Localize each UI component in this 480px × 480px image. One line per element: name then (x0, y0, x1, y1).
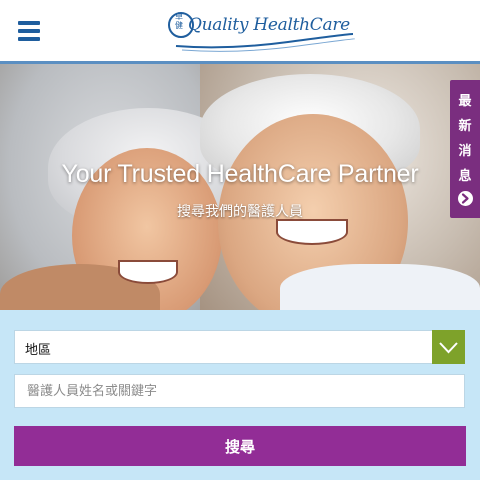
chevron-down-icon[interactable] (432, 330, 465, 364)
hero-title: Your Trusted HealthCare Partner (61, 160, 419, 188)
latest-news-char: 息 (458, 169, 472, 184)
logo-swoosh (175, 33, 355, 52)
keyword-search-input[interactable] (14, 374, 465, 408)
district-select[interactable]: 地區 (14, 330, 465, 364)
hero-photo-shirt (280, 264, 480, 310)
search-button[interactable]: 搜尋 (14, 426, 466, 466)
latest-news-char: 新 (458, 119, 472, 134)
doctor-search-panel: 地區 搜尋 (0, 310, 480, 480)
arrow-right-circle-icon[interactable] (458, 191, 473, 206)
latest-news-char: 消 (458, 144, 472, 159)
hero-banner: Your Trusted HealthCare Partner 搜尋我們的醫護人… (0, 64, 480, 310)
hamburger-menu-icon[interactable] (18, 21, 40, 41)
latest-news-char: 最 (458, 94, 472, 109)
hero-photo-smile-woman (118, 260, 178, 284)
latest-news-tab[interactable]: 最 新 消 息 (450, 80, 480, 218)
site-header: 卓健 Quality HealthCare (0, 0, 480, 64)
hero-subtitle: 搜尋我們的醫護人員 (177, 204, 303, 220)
hero-photo-smile-man (276, 219, 348, 245)
district-select-value: 地區 (25, 343, 52, 358)
logo[interactable]: 卓健 Quality HealthCare (168, 6, 358, 56)
